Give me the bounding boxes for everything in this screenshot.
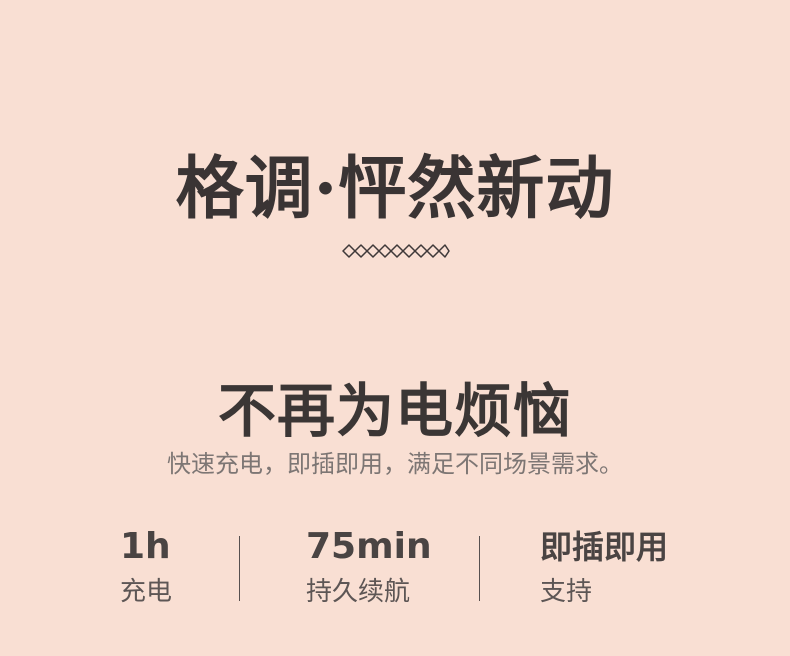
stats-row: 1h 充电 75min 持久续航 即插即用 支持 (0, 525, 790, 615)
stat-charge-time: 1h 充电 (120, 525, 215, 615)
stat-label: 充电 (120, 577, 173, 607)
stat-label: 支持 (540, 577, 593, 607)
stat-value: 即插即用 (540, 528, 669, 566)
feature-headline: 不再为电烦恼 (217, 377, 572, 446)
stat-divider (239, 536, 240, 601)
diamond-pattern-icon (342, 244, 450, 258)
stat-value: 75min (306, 526, 432, 567)
stat-label: 持久续航 (306, 577, 411, 607)
stat-divider (479, 536, 480, 601)
stat-battery-life: 75min 持久续航 (306, 525, 456, 615)
stat-plug-and-play: 即插即用 支持 (540, 525, 685, 615)
feature-description: 快速充电，即插即用，满足不同场景需求。 (167, 450, 623, 478)
main-title: 格调·怦然新动 (175, 148, 615, 229)
stat-value: 1h (120, 526, 171, 567)
